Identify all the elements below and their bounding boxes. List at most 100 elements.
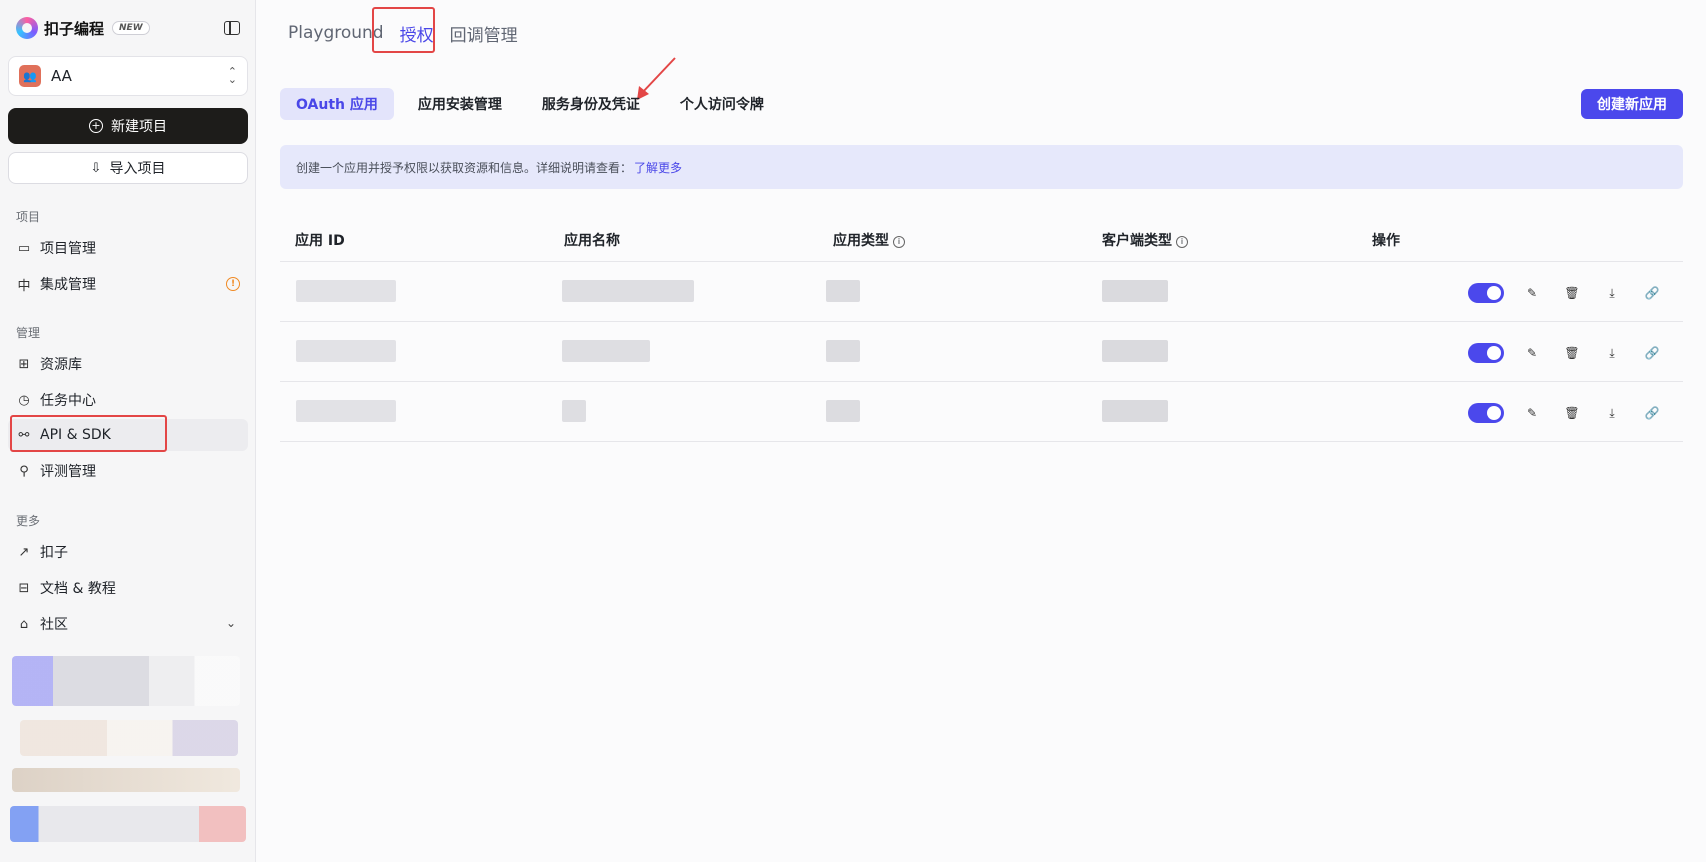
info-icon[interactable]: i (893, 235, 905, 248)
section-label-manage: 管理 (16, 326, 41, 340)
clock-icon: ◷ (18, 392, 30, 408)
workspace-switcher[interactable]: 👥 AA ⌃ ⌄ (8, 56, 248, 96)
download-icon[interactable]: ⤓ (1600, 401, 1624, 425)
column-header-app-type: 应用类型 i (833, 230, 905, 250)
app-name-cell (562, 340, 650, 362)
learn-more-link[interactable]: 了解更多 (634, 159, 682, 176)
enable-toggle[interactable] (1468, 403, 1504, 423)
integration-icon: 中 (17, 278, 31, 294)
column-header-app-id: 应用 ID (295, 232, 345, 249)
client-type-cell (1102, 340, 1168, 362)
app-type-cell (826, 400, 860, 422)
blurred-community-card (12, 656, 240, 706)
app-id-cell (296, 400, 396, 422)
brand-name: 扣子编程 (44, 19, 105, 38)
table-row: ✎ 🗑 ⤓ 🔗 (280, 262, 1683, 322)
subtab-oauth-apps[interactable]: OAuth 应用 (280, 88, 394, 120)
import-project-button[interactable]: ⇩ 导入项目 (8, 152, 248, 184)
edit-icon[interactable]: ✎ (1520, 401, 1544, 425)
subtab-app-install-management[interactable]: 应用安装管理 (402, 88, 518, 120)
arrow-up-right-icon: ↗ (18, 544, 30, 560)
new-project-button[interactable]: + 新建项目 (8, 108, 248, 144)
chevron-up-down-icon: ⌃ ⌄ (227, 65, 237, 86)
main-content: Playground 授权 回调管理 OAuth 应用 应用安装管理 服务身份及… (257, 0, 1706, 862)
section-label-more: 更多 (16, 514, 41, 528)
sidebar-item-community[interactable]: ⌂ 社区 ⌄ (8, 608, 248, 640)
plus-circle-icon: + (89, 119, 103, 133)
sidebar-item-evaluation[interactable]: ⚲ 评测管理 (8, 455, 248, 487)
telescope-icon: ⚲ (19, 463, 29, 479)
workspace-avatar-icon: 👥 (19, 65, 41, 87)
table-row: ✎ 🗑 ⤓ 🔗 (280, 382, 1683, 442)
brand-row: 扣子编程 NEW (16, 16, 240, 40)
warning-icon: ! (226, 277, 240, 291)
client-type-cell (1102, 280, 1168, 302)
blurred-user-profile (10, 806, 246, 842)
delete-icon[interactable]: 🗑 (1560, 341, 1584, 365)
sidebar-item-resources[interactable]: ⊞ 资源库 (8, 348, 248, 380)
sidebar-item-label: 项目管理 (40, 241, 96, 257)
enable-toggle[interactable] (1468, 343, 1504, 363)
sidebar-item-integration[interactable]: 中 集成管理 ! (8, 268, 248, 300)
info-banner-text: 创建一个应用并授予权限以获取资源和信息。详细说明请查看： (296, 160, 633, 175)
download-icon[interactable]: ⤓ (1600, 341, 1624, 365)
sidebar-item-project-management[interactable]: ▭ 项目管理 (8, 232, 248, 264)
sidebar-item-docs[interactable]: ⊟ 文档 & 教程 (8, 572, 248, 604)
sidebar-item-task-center[interactable]: ◷ 任务中心 (8, 384, 248, 416)
app-type-cell (826, 340, 860, 362)
brand-logo-icon (16, 17, 38, 39)
subtab-personal-access-token[interactable]: 个人访问令牌 (664, 88, 780, 120)
tab-callback-management[interactable]: 回调管理 (450, 21, 518, 46)
sidebar-toggle-icon[interactable] (224, 21, 240, 35)
info-banner: 创建一个应用并授予权限以获取资源和信息。详细说明请查看： 了解更多 (280, 145, 1683, 189)
section-label-project: 项目 (16, 210, 41, 224)
sub-tab-bar: OAuth 应用 应用安装管理 服务身份及凭证 个人访问令牌 (280, 88, 788, 120)
create-app-button[interactable]: 创建新应用 (1581, 89, 1683, 119)
oauth-apps-table: 应用 ID 应用名称 应用类型 i 客户端类型 i 操作 ✎ 🗑 ⤓ 🔗 ✎ 🗑… (280, 218, 1683, 442)
sidebar-item-label: 资源库 (40, 357, 82, 373)
download-icon[interactable]: ⤓ (1600, 281, 1624, 305)
delete-icon[interactable]: 🗑 (1560, 401, 1584, 425)
new-project-label: 新建项目 (111, 119, 167, 135)
link-icon[interactable]: 🔗 (1640, 341, 1664, 365)
api-icon: ⚯ (18, 427, 30, 443)
column-header-client-type: 客户端类型 i (1102, 230, 1188, 250)
sidebar-item-label: 社区 (40, 617, 68, 633)
blurred-community-card (12, 768, 240, 792)
app-id-cell (296, 280, 396, 302)
sidebar-item-label: API & SDK (40, 427, 111, 443)
info-icon[interactable]: i (1176, 235, 1188, 248)
link-icon[interactable]: 🔗 (1640, 281, 1664, 305)
sidebar: 扣子编程 NEW 👥 AA ⌃ ⌄ + 新建项目 ⇩ 导入项目 项目 ▭ 项目管理… (0, 0, 256, 862)
table-row: ✎ 🗑 ⤓ 🔗 (280, 322, 1683, 382)
app-name-cell (562, 400, 586, 422)
column-header-app-name: 应用名称 (564, 232, 620, 249)
delete-icon[interactable]: 🗑 (1560, 281, 1584, 305)
sidebar-item-label: 集成管理 (40, 277, 96, 293)
grid-icon: ⊞ (18, 356, 30, 372)
folder-icon: ▭ (17, 240, 31, 256)
link-icon[interactable]: 🔗 (1640, 401, 1664, 425)
column-header-actions: 操作 (1372, 232, 1400, 249)
edit-icon[interactable]: ✎ (1520, 341, 1544, 365)
sidebar-item-label: 扣子 (40, 545, 68, 561)
table-header: 应用 ID 应用名称 应用类型 i 客户端类型 i 操作 (280, 218, 1683, 262)
tab-playground[interactable]: Playground (288, 23, 384, 43)
workspace-name: AA (51, 67, 72, 85)
tab-authorization[interactable]: 授权 (400, 21, 434, 46)
client-type-cell (1102, 400, 1168, 422)
sidebar-item-label: 任务中心 (40, 393, 96, 409)
app-type-cell (826, 280, 860, 302)
blurred-community-card (20, 720, 238, 756)
enable-toggle[interactable] (1468, 283, 1504, 303)
edit-icon[interactable]: ✎ (1520, 281, 1544, 305)
app-name-cell (562, 280, 694, 302)
map-icon: ⊟ (18, 580, 30, 596)
top-tab-bar: Playground 授权 回调管理 (288, 20, 534, 46)
import-project-label: 导入项目 (109, 161, 166, 177)
sidebar-item-coze[interactable]: ↗ 扣子 (8, 536, 248, 568)
sidebar-item-api-sdk[interactable]: ⚯ API & SDK (8, 419, 248, 451)
sidebar-item-label: 评测管理 (40, 464, 96, 480)
subtab-service-identity[interactable]: 服务身份及凭证 (526, 88, 656, 120)
sidebar-item-label: 文档 & 教程 (40, 581, 116, 597)
